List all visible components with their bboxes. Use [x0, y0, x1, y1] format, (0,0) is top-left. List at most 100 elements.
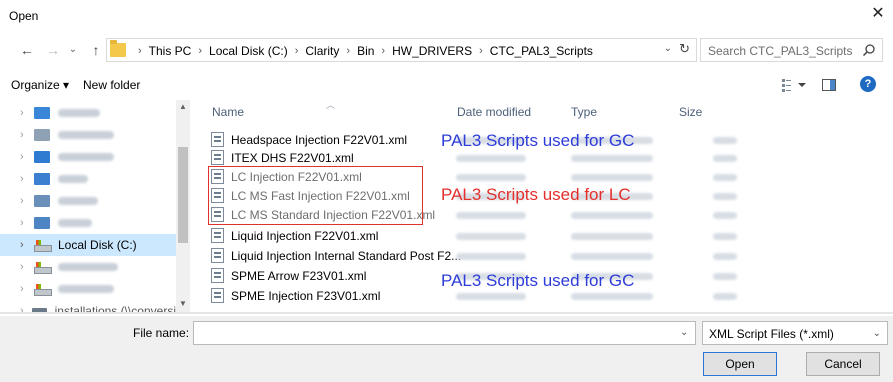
xml-file-icon — [211, 248, 224, 263]
expand-chevron-icon[interactable]: › — [20, 195, 34, 207]
organize-menu-button[interactable]: Organize ▾ — [11, 78, 69, 92]
nav-item-videos[interactable]: › — [0, 212, 176, 234]
nav-item-pictures[interactable]: › — [0, 190, 176, 212]
size-value — [713, 137, 737, 144]
nav-item-downloads[interactable]: › — [0, 146, 176, 168]
date-modified-value — [456, 233, 526, 240]
expand-chevron-icon[interactable]: › — [20, 283, 34, 295]
help-icon[interactable]: ? — [860, 76, 876, 92]
nav-item-usb-drive[interactable]: › — [0, 278, 176, 300]
breadcrumb-ctc-pal3-scripts[interactable]: CTC_PAL3_Scripts — [490, 44, 593, 58]
date-modified-value — [456, 155, 526, 162]
drive-icon — [34, 284, 52, 296]
nav-item-local-disk[interactable]: › Local Disk (C:) — [0, 234, 176, 256]
nav-item-label — [58, 153, 114, 161]
close-icon[interactable]: ✕ — [863, 0, 893, 30]
file-row[interactable]: ITEX DHS F22V01.xml — [209, 148, 769, 168]
xml-file-icon — [211, 288, 224, 303]
chevron-down-icon[interactable]: ⌄ — [873, 328, 881, 339]
xml-file-icon — [211, 150, 224, 165]
up-arrow-icon[interactable]: ↑ — [87, 40, 105, 60]
scroll-down-arrow-icon[interactable]: ▼ — [176, 299, 190, 308]
breadcrumb: › This PC › Local Disk (C:) › Clarity › … — [131, 43, 593, 59]
file-name-field[interactable] — [193, 321, 696, 345]
change-view-icon[interactable] — [782, 78, 806, 92]
nav-item-music[interactable]: › — [0, 168, 176, 190]
nav-item-network-share[interactable]: › installations (\\conversi — [0, 300, 176, 312]
title-bar: Open ✕ — [0, 0, 893, 30]
date-modified-value — [456, 212, 526, 219]
nav-pane-scrollbar[interactable]: ▲ ▼ — [176, 100, 190, 312]
window-title: Open — [9, 9, 39, 23]
breadcrumb-separator-icon[interactable]: › — [479, 45, 483, 57]
breadcrumb-clarity[interactable]: Clarity — [305, 44, 339, 58]
breadcrumb-separator-icon[interactable]: › — [295, 45, 299, 57]
file-name-dropdown-chevron-icon[interactable]: ⌄ — [680, 327, 688, 338]
search-box[interactable]: Search CTC_PAL3_Scripts — [700, 38, 883, 62]
navigation-pane[interactable]: › › › › › › › Local Disk (C:) › › › inst… — [0, 100, 190, 312]
cancel-button[interactable]: Cancel — [806, 352, 880, 376]
expand-chevron-icon[interactable]: › — [20, 173, 34, 185]
annotation-lc: PAL3 Scripts used for LC — [441, 185, 631, 204]
forward-arrow-icon[interactable]: → — [44, 40, 62, 60]
address-dropdown-chevron-icon[interactable]: ⌄ — [664, 43, 672, 54]
expand-chevron-icon[interactable]: › — [20, 129, 34, 141]
expand-chevron-icon[interactable]: › — [20, 151, 34, 163]
nav-item-desktop[interactable]: › — [0, 102, 176, 124]
expand-chevron-icon[interactable]: › — [20, 305, 32, 312]
file-name-label: File name: — [133, 326, 190, 340]
breadcrumb-bin[interactable]: Bin — [357, 44, 374, 58]
breadcrumb-separator-icon[interactable]: › — [198, 45, 202, 57]
file-name: SPME Arrow F23V01.xml — [231, 269, 367, 283]
file-type-filter-select[interactable]: XML Script Files (*.xml) ⌄ — [702, 321, 888, 345]
preview-pane-icon[interactable] — [822, 79, 836, 91]
file-name-input[interactable] — [194, 322, 695, 344]
recent-locations-chevron-icon[interactable]: ⌄ — [64, 40, 82, 60]
pictures-folder-icon — [34, 195, 50, 207]
lc-scripts-highlight-box — [208, 166, 423, 225]
expand-chevron-icon[interactable]: › — [20, 239, 34, 251]
nav-item-label — [58, 263, 118, 271]
scrollbar-thumb[interactable] — [178, 147, 188, 243]
nav-item-label: Local Disk (C:) — [58, 238, 137, 252]
size-value — [713, 293, 737, 300]
nav-item-drive-d[interactable]: › — [0, 256, 176, 278]
expand-chevron-icon[interactable]: › — [20, 107, 34, 119]
open-button[interactable]: Open — [703, 352, 777, 376]
type-value — [571, 253, 653, 260]
back-arrow-icon[interactable]: ← — [18, 40, 36, 60]
nav-item-label — [58, 197, 98, 205]
breadcrumb-separator-icon: › — [138, 45, 142, 57]
expand-chevron-icon[interactable]: › — [20, 261, 34, 273]
new-folder-button[interactable]: New folder — [83, 78, 140, 92]
breadcrumb-hw-drivers[interactable]: HW_DRIVERS — [392, 44, 472, 58]
address-bar[interactable]: › This PC › Local Disk (C:) › Clarity › … — [106, 38, 697, 62]
file-row[interactable]: Liquid Injection Internal Standard Post … — [209, 246, 769, 266]
column-header-type[interactable]: Type — [571, 100, 597, 124]
breadcrumb-separator-icon[interactable]: › — [381, 45, 385, 57]
date-modified-value — [456, 293, 526, 300]
date-modified-value — [456, 253, 526, 260]
size-value — [713, 155, 737, 162]
breadcrumb-separator-icon[interactable]: › — [346, 45, 350, 57]
divider — [0, 312, 893, 314]
sort-ascending-icon: ︿ — [326, 100, 336, 110]
expand-chevron-icon[interactable]: › — [20, 217, 34, 229]
column-header-size[interactable]: Size — [679, 100, 702, 124]
scroll-up-arrow-icon[interactable]: ▲ — [176, 102, 190, 111]
file-type-filter-value: XML Script Files (*.xml) — [709, 327, 834, 341]
nav-item-label — [58, 175, 88, 183]
drive-icon — [34, 262, 52, 274]
size-value — [713, 193, 737, 200]
file-row[interactable]: Liquid Injection F22V01.xml — [209, 226, 769, 246]
refresh-icon[interactable]: ↻ — [679, 41, 690, 57]
type-value — [571, 293, 653, 300]
search-icon[interactable] — [862, 43, 876, 57]
xml-file-icon — [211, 132, 224, 147]
breadcrumb-local-disk[interactable]: Local Disk (C:) — [209, 44, 288, 58]
breadcrumb-this-pc[interactable]: This PC — [149, 44, 192, 58]
column-header-date-modified[interactable]: Date modified — [457, 100, 531, 124]
file-name: ITEX DHS F22V01.xml — [231, 151, 354, 165]
nav-item-documents[interactable]: › — [0, 124, 176, 146]
column-header-name[interactable]: Name — [212, 100, 244, 124]
